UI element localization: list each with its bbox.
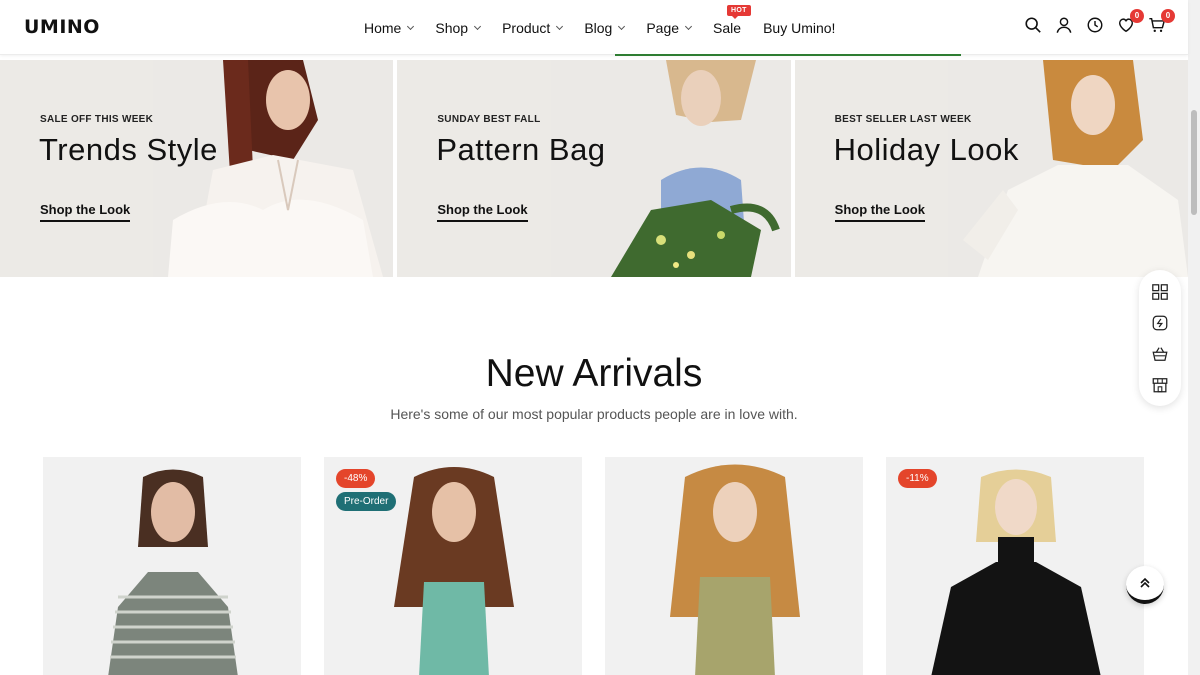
- product-image: [324, 457, 582, 675]
- product-card[interactable]: -48% Pre-Order: [324, 457, 582, 675]
- banner-subtitle: SALE OFF THIS WEEK: [40, 114, 154, 125]
- chevron-down-icon: [685, 22, 693, 30]
- side-toolbar: [1139, 270, 1181, 406]
- store-icon[interactable]: [1151, 376, 1169, 394]
- chevron-down-icon: [474, 22, 482, 30]
- product-image: [605, 457, 863, 675]
- banner-title: Pattern Bag: [436, 132, 606, 167]
- nav-blog[interactable]: Blog: [584, 19, 626, 36]
- banner-title: Holiday Look: [833, 132, 1019, 167]
- cart-count: 0: [1161, 9, 1175, 23]
- main-nav: Home Shop Product Blog Page Sale HOT Buy…: [364, 0, 857, 55]
- nav-page[interactable]: Page: [646, 19, 693, 36]
- shop-the-look-link[interactable]: Shop the Look: [40, 202, 131, 222]
- product-card[interactable]: -11%: [886, 457, 1144, 675]
- nav-buy-umino[interactable]: Buy Umino!: [763, 20, 835, 36]
- page-scrollbar[interactable]: [1188, 0, 1200, 675]
- grid-icon[interactable]: [1151, 283, 1169, 301]
- section-title: New Arrivals: [485, 352, 703, 395]
- header-actions: 0 0: [1024, 9, 1175, 34]
- nav-sale-label: Sale: [713, 19, 742, 36]
- basket-icon[interactable]: [1151, 345, 1169, 363]
- discount-badge: -48%: [336, 469, 376, 488]
- banner-model-image: [550, 60, 791, 277]
- wishlist-count: 0: [1130, 9, 1144, 23]
- promo-banners: SALE OFF THIS WEEK Trends Style Shop the…: [0, 60, 1188, 277]
- banner-model-image: [947, 60, 1188, 277]
- nav-home[interactable]: Home: [364, 19, 415, 36]
- chevron-down-icon: [618, 22, 626, 30]
- nav-shop[interactable]: Shop: [435, 19, 482, 36]
- banner-title: Trends Style: [39, 132, 218, 167]
- nav-blog-label: Blog: [584, 19, 613, 36]
- site-header: UMINO Home Shop Product Blog Page Sale H…: [0, 0, 1188, 55]
- search-icon[interactable]: [1024, 16, 1042, 34]
- user-icon[interactable]: [1055, 16, 1073, 34]
- scrollbar-thumb[interactable]: [1191, 110, 1197, 215]
- product-card[interactable]: [43, 457, 301, 675]
- banner-model-image: [153, 60, 394, 277]
- cart-icon[interactable]: 0: [1148, 9, 1175, 34]
- hot-badge: HOT: [727, 4, 751, 19]
- banner-holiday-look[interactable]: BEST SELLER LAST WEEK Holiday Look Shop …: [794, 60, 1188, 277]
- nav-page-label: Page: [646, 19, 680, 36]
- compare-icon[interactable]: [1151, 314, 1169, 332]
- shop-the-look-link[interactable]: Shop the Look: [834, 202, 925, 222]
- chevron-down-icon: [556, 22, 564, 30]
- back-to-top-button[interactable]: [1126, 566, 1164, 604]
- nav-product-label: Product: [502, 19, 551, 36]
- banner-trends-style[interactable]: SALE OFF THIS WEEK Trends Style Shop the…: [0, 60, 394, 277]
- banner-subtitle: BEST SELLER LAST WEEK: [834, 114, 972, 125]
- chevron-down-icon: [407, 22, 415, 30]
- product-card[interactable]: [605, 457, 863, 675]
- nav-hover-indicator: [615, 54, 961, 56]
- nav-home-label: Home: [364, 19, 402, 36]
- section-subtitle: Here's some of our most popular products…: [390, 406, 798, 422]
- banner-subtitle: SUNDAY BEST FALL: [437, 114, 541, 125]
- heart-icon[interactable]: 0: [1117, 9, 1144, 34]
- banner-pattern-bag[interactable]: SUNDAY BEST FALL Pattern Bag Shop the Lo…: [397, 60, 791, 277]
- product-image: [886, 457, 1144, 675]
- nav-shop-label: Shop: [435, 19, 469, 36]
- nav-buy-umino-label: Buy Umino!: [763, 19, 836, 36]
- site-logo[interactable]: UMINO: [24, 16, 100, 38]
- nav-product[interactable]: Product: [502, 19, 564, 36]
- back-to-top-icon: [1140, 577, 1150, 588]
- preorder-badge: Pre-Order: [336, 492, 397, 511]
- nav-sale[interactable]: Sale HOT: [713, 4, 751, 36]
- history-icon[interactable]: [1086, 16, 1104, 34]
- shop-the-look-link[interactable]: Shop the Look: [437, 202, 528, 222]
- discount-badge: -11%: [898, 469, 937, 488]
- product-image: [43, 457, 301, 675]
- product-grid: -48% Pre-Order -11%: [43, 457, 1144, 675]
